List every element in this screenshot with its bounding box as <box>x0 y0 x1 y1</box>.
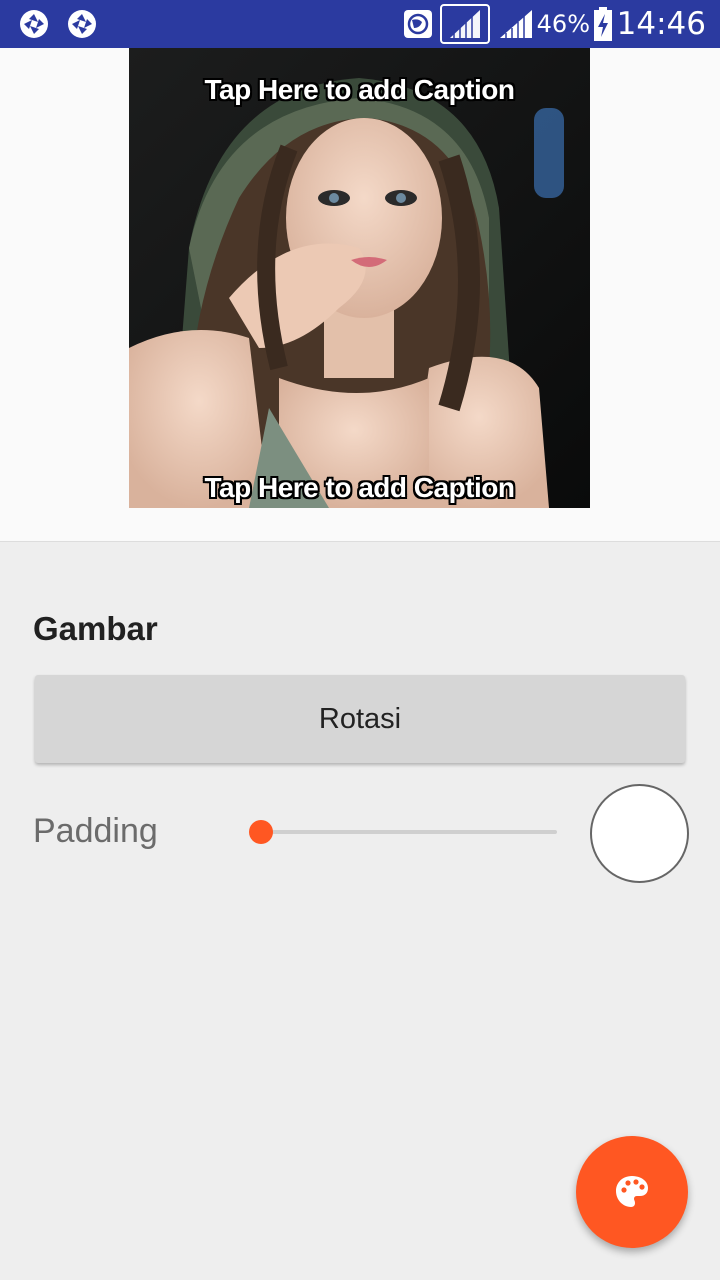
divider <box>0 541 720 542</box>
photo <box>129 48 590 508</box>
signal-icon <box>500 10 532 38</box>
padding-slider[interactable] <box>249 820 557 844</box>
camera-shutter-icon <box>20 10 48 38</box>
background-color-picker[interactable] <box>590 784 689 883</box>
section-title: Gambar <box>33 610 158 647</box>
battery-charging-icon <box>594 7 612 41</box>
signal-icon <box>440 4 490 44</box>
camera-shutter-icon <box>68 10 96 38</box>
palette-icon <box>616 1176 648 1207</box>
bottom-caption[interactable]: Tap Here to add Caption <box>129 472 590 504</box>
meme-image[interactable]: Tap Here to add Caption Tap Here to add … <box>129 48 590 508</box>
image-preview-area: Tap Here to add Caption Tap Here to add … <box>0 48 720 541</box>
palette-button[interactable] <box>576 1136 688 1248</box>
clock: 14:46 <box>616 6 706 42</box>
padding-label: Padding <box>33 812 158 850</box>
padding-slider-thumb[interactable] <box>249 820 273 844</box>
battery-percentage: 46% <box>536 10 590 38</box>
rotate-button[interactable]: Rotasi <box>35 675 685 763</box>
status-bar: 46% 14:46 <box>0 0 720 48</box>
globe-icon <box>404 10 432 38</box>
top-caption[interactable]: Tap Here to add Caption <box>129 74 590 106</box>
